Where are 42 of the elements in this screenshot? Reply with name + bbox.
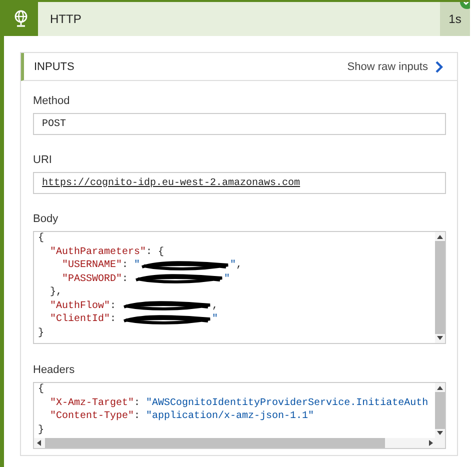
- field-label: Body: [33, 213, 60, 225]
- json-string: ": [134, 259, 140, 272]
- json-punctuation: ,: [236, 259, 242, 272]
- json-punctuation: :: [122, 259, 130, 272]
- json-key: "X-Amz-Target": [38, 396, 134, 410]
- field-label: Headers: [33, 364, 76, 376]
- duration-label: 1s: [440, 2, 470, 36]
- json-key: "USERNAME": [38, 259, 122, 272]
- json-key: "PASSWORD": [38, 272, 122, 286]
- json-punctuation: }: [38, 326, 44, 340]
- json-punctuation: {: [38, 232, 44, 246]
- chevron-right-icon: [435, 60, 443, 72]
- field-value: POST: [42, 118, 66, 130]
- step-title: HTTP: [38, 2, 440, 36]
- vertical-scrollbar[interactable]: [435, 232, 445, 343]
- json-string: "AWSCognitoIdentityProviderService.InitiateAuth: [146, 396, 428, 410]
- json-string: ": [224, 272, 230, 286]
- json-punctuation: :: [122, 272, 130, 286]
- json-punctuation: },: [49, 286, 62, 300]
- json-punctuation: }: [38, 424, 44, 437]
- json-key: "AuthFlow": [38, 300, 110, 313]
- field-label: URI: [33, 154, 53, 166]
- url-text: https://cognito-idp.eu-west-2.amazonaws.com: [42, 178, 300, 188]
- json-punctuation: :: [110, 300, 118, 313]
- json-string: "application/x-amz-json-1.1": [146, 410, 314, 424]
- json-punctuation: :: [134, 410, 142, 424]
- json-punctuation: :: [110, 313, 118, 326]
- json-string: ": [212, 313, 218, 326]
- globe-icon: [14, 10, 28, 28]
- section-title: INPUTS: [34, 60, 74, 72]
- field-label: Method: [33, 95, 71, 107]
- horizontal-scrollbar[interactable]: [34, 438, 445, 448]
- show-raw-inputs-link[interactable]: Show raw inputs: [347, 60, 443, 72]
- json-key: "Content-Type": [38, 410, 134, 424]
- json-punctuation: ,: [212, 300, 218, 313]
- json-punctuation: : {: [146, 246, 164, 259]
- json-key: "ClientId": [38, 313, 110, 326]
- json-punctuation: {: [38, 383, 44, 396]
- json-string: ": [230, 259, 236, 272]
- json-key: "AuthParameters": [38, 246, 146, 259]
- json-punctuation: :: [134, 396, 142, 410]
- vertical-scrollbar[interactable]: [435, 383, 445, 438]
